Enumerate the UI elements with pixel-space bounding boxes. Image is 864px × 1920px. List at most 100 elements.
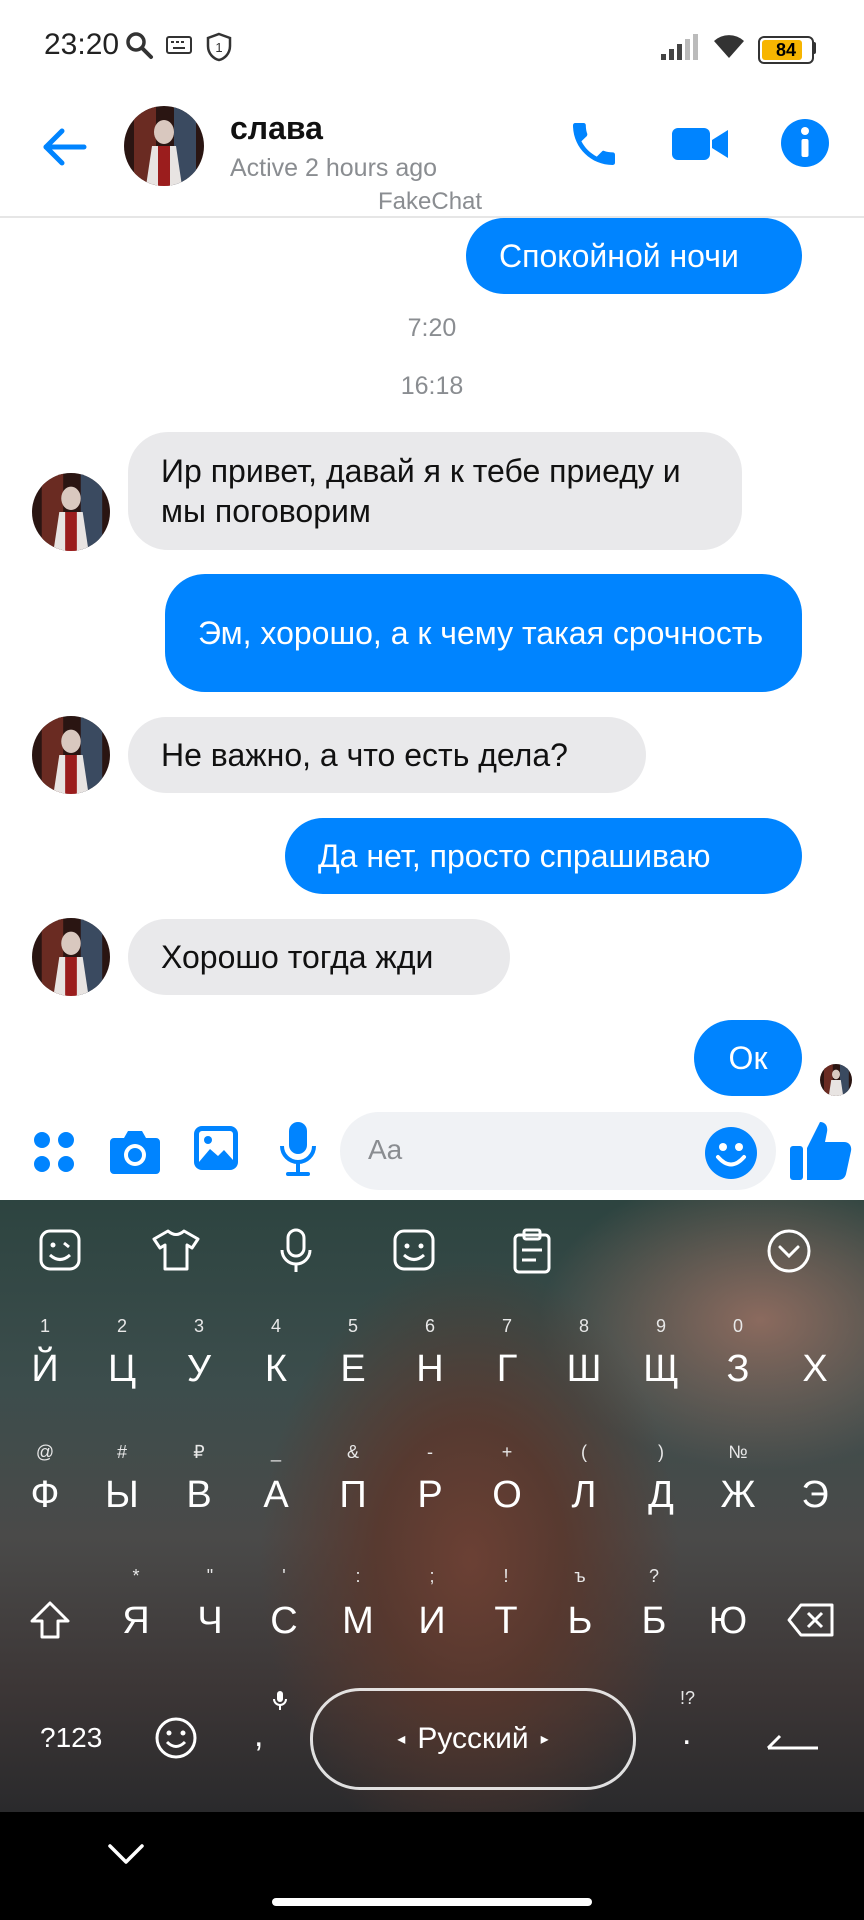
status-bar: 23:20 1 84: [0, 0, 864, 96]
gallery-icon[interactable]: [192, 1124, 240, 1172]
status-time: 23:20: [44, 28, 120, 61]
battery-level: 84: [775, 40, 797, 60]
message-outgoing[interactable]: Да нет, просто спрашиваю: [285, 818, 802, 894]
message-outgoing[interactable]: Эм, хорошо, а к чему такая срочность: [165, 574, 802, 692]
message-outgoing[interactable]: Спокойной ночи: [466, 218, 802, 294]
sticker-icon[interactable]: [38, 1228, 82, 1272]
key-hint: !: [503, 1566, 509, 1586]
space-key[interactable]: ◂ Русский ▸: [310, 1688, 636, 1790]
key[interactable]: Й: [15, 1348, 75, 1391]
key[interactable]: Щ: [631, 1348, 691, 1391]
key-hint: №: [728, 1442, 748, 1462]
key[interactable]: П: [323, 1474, 383, 1517]
microphone-hint-icon: [273, 1691, 287, 1710]
shift-icon[interactable]: [28, 1600, 72, 1640]
key[interactable]: Н: [400, 1348, 460, 1391]
key[interactable]: Ч: [180, 1600, 240, 1643]
key[interactable]: З: [708, 1348, 768, 1391]
key-hint: 5: [347, 1316, 358, 1336]
key[interactable]: М: [328, 1600, 388, 1643]
message-timestamp: 16:18: [400, 372, 464, 400]
contact-avatar: [32, 473, 110, 551]
key[interactable]: Э: [785, 1474, 845, 1517]
message-incoming[interactable]: Ир привет, давай я к тебе приеду и мы по…: [128, 432, 742, 550]
camera-icon[interactable]: [108, 1126, 162, 1176]
backspace-icon[interactable]: [786, 1602, 836, 1638]
collapse-icon[interactable]: [766, 1228, 812, 1274]
message-timestamp: 7:20: [407, 314, 457, 342]
key-hint: !?: [680, 1688, 696, 1708]
key[interactable]: Х: [785, 1348, 845, 1391]
key-hint: 0: [732, 1316, 743, 1336]
key[interactable]: С: [254, 1600, 314, 1643]
svg-text:1: 1: [215, 40, 222, 55]
key[interactable]: В: [169, 1474, 229, 1517]
clipboard-icon[interactable]: [512, 1228, 552, 1274]
contact-avatar: [32, 918, 110, 996]
key-hint: ": [206, 1566, 214, 1586]
enter-icon[interactable]: [766, 1724, 820, 1750]
right-arrow-icon: ▸: [540, 1731, 549, 1748]
message-incoming[interactable]: Не важно, а что есть дела?: [128, 717, 646, 793]
voice-input-icon[interactable]: [278, 1228, 314, 1274]
home-indicator[interactable]: [272, 1898, 592, 1906]
key[interactable]: Л: [554, 1474, 614, 1517]
key[interactable]: Ы: [92, 1474, 152, 1517]
wifi-icon: [714, 35, 744, 58]
watermark-label: FakeChat: [378, 188, 483, 215]
key-hint: (: [581, 1442, 587, 1462]
emoji-key-icon[interactable]: [154, 1716, 198, 1760]
key[interactable]: О: [477, 1474, 537, 1517]
key[interactable]: Ь: [550, 1600, 610, 1643]
key[interactable]: Ф: [15, 1474, 75, 1517]
key[interactable]: Е: [323, 1348, 383, 1391]
key[interactable]: Ш: [554, 1348, 614, 1391]
key-hint: :: [355, 1566, 361, 1586]
key[interactable]: Т: [476, 1600, 536, 1643]
key[interactable]: А: [246, 1474, 306, 1517]
key[interactable]: К: [246, 1348, 306, 1391]
emoji-icon[interactable]: [392, 1228, 436, 1272]
key[interactable]: У: [169, 1348, 229, 1391]
symbols-key[interactable]: ?123: [40, 1722, 102, 1754]
contact-avatar: [32, 716, 110, 794]
key[interactable]: Р: [400, 1474, 460, 1517]
key-hint: ): [658, 1442, 664, 1462]
phone-icon[interactable]: [566, 116, 622, 172]
hide-keyboard-icon[interactable]: [106, 1842, 146, 1866]
key[interactable]: Б: [624, 1600, 684, 1643]
key[interactable]: Д: [631, 1474, 691, 1517]
battery-tip: [812, 42, 816, 54]
period-key[interactable]: .: [682, 1714, 691, 1753]
key[interactable]: И: [402, 1600, 462, 1643]
key-hint: *: [132, 1566, 140, 1586]
theme-shirt-icon[interactable]: [152, 1228, 200, 1272]
message-input[interactable]: Aa: [340, 1112, 776, 1190]
key[interactable]: Ю: [698, 1600, 758, 1643]
comma-key[interactable]: ,: [254, 1716, 263, 1755]
key[interactable]: Ц: [92, 1348, 152, 1391]
back-arrow-icon[interactable]: [40, 122, 90, 172]
contact-name[interactable]: слава: [230, 110, 323, 147]
key[interactable]: Я: [106, 1600, 166, 1643]
thumbs-up-icon[interactable]: [788, 1118, 854, 1184]
microphone-icon[interactable]: [278, 1120, 318, 1178]
message-incoming[interactable]: Хорошо тогда жди: [128, 919, 510, 995]
shield-icon: 1: [206, 32, 232, 62]
search-icon: [126, 32, 153, 59]
video-camera-icon[interactable]: [670, 120, 730, 168]
message-outgoing[interactable]: Ок: [694, 1020, 802, 1096]
seen-avatar: [820, 1064, 852, 1096]
info-icon[interactable]: [780, 118, 830, 168]
emoji-icon[interactable]: [704, 1126, 758, 1180]
contact-active-status: Active 2 hours ago: [230, 154, 438, 182]
contact-avatar[interactable]: [124, 106, 204, 186]
key[interactable]: Г: [477, 1348, 537, 1391]
key[interactable]: Ж: [708, 1474, 768, 1517]
key-hint: 2: [116, 1316, 127, 1336]
key-hint: ?: [648, 1566, 659, 1586]
apps-grid-icon[interactable]: [32, 1130, 76, 1174]
left-arrow-icon: ◂: [397, 1731, 406, 1748]
key-hint: 8: [578, 1316, 589, 1336]
key-hint: ;: [429, 1566, 435, 1586]
